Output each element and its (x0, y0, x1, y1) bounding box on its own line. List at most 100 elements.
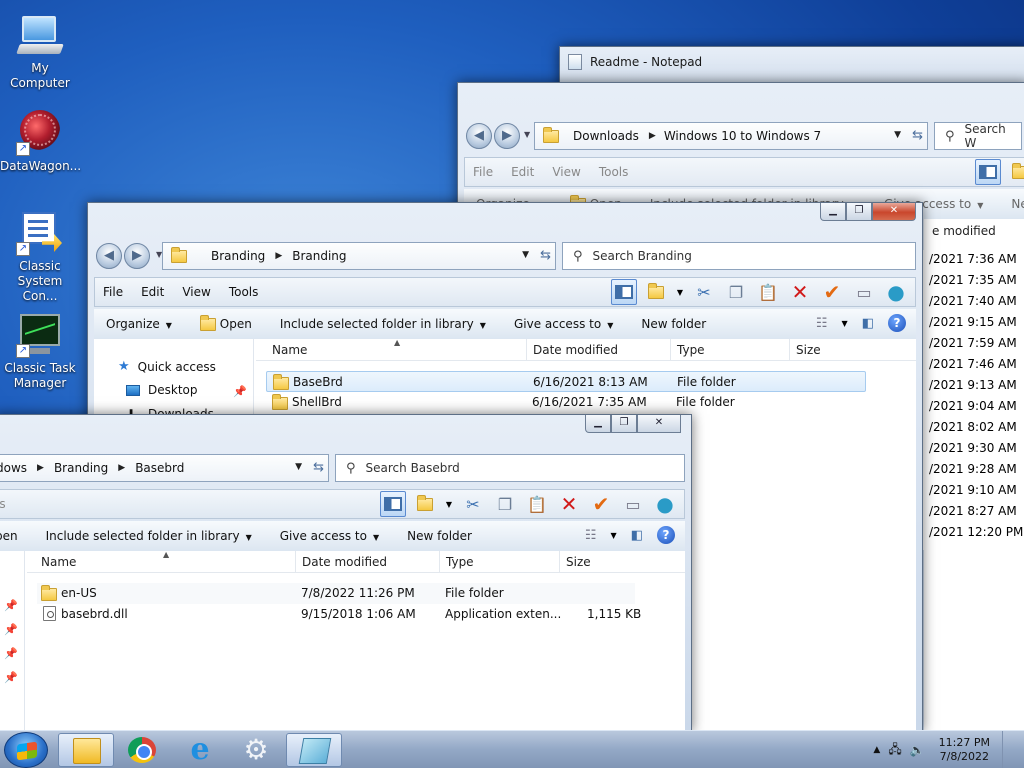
desktop-icon-my-computer[interactable]: My Computer (0, 10, 80, 91)
column-header-type[interactable]: Type (446, 555, 474, 569)
pin-icon[interactable]: 📌 (4, 599, 18, 612)
address-dropdown-icon[interactable]: ▼ (295, 462, 302, 472)
address-bar[interactable]: Branding ▶ Branding ▼ ⇆ (162, 242, 556, 270)
network-icon[interactable]: 🖧 (888, 740, 901, 761)
breadcrumb-item[interactable]: Branding (292, 249, 346, 263)
breadcrumb-item[interactable]: Branding (54, 461, 108, 475)
breadcrumb-chevron-icon[interactable]: ▶ (37, 463, 44, 473)
back-arrow-icon[interactable]: ◀ (96, 243, 122, 269)
breadcrumb-item[interactable]: dows (0, 461, 27, 475)
taskbar-settings[interactable]: ⚙ (228, 733, 284, 767)
properties-icon[interactable]: ▭ (620, 491, 646, 517)
taskbar-notepad[interactable] (286, 733, 342, 767)
view-options-icon[interactable]: ☷ (585, 528, 597, 543)
taskbar-file-explorer[interactable] (58, 733, 114, 767)
refresh-icon[interactable]: ⇆ (313, 460, 324, 475)
breadcrumb-item[interactable]: Branding (211, 249, 265, 263)
checkmark-icon[interactable]: ✔ (588, 491, 614, 517)
refresh-icon[interactable]: ⇆ (912, 128, 923, 143)
start-button[interactable] (4, 732, 48, 768)
taskbar-internet-explorer[interactable]: e (172, 733, 228, 767)
refresh-icon[interactable]: ⇆ (540, 248, 551, 263)
checkmark-icon[interactable]: ✔ (819, 279, 845, 305)
dropdown-arrow-icon[interactable]: ▼ (842, 319, 848, 328)
breadcrumb-item[interactable]: Basebrd (135, 461, 184, 475)
desktop-icon-classic-task-manager[interactable]: ↗ Classic Task Manager (0, 310, 80, 391)
clock[interactable]: 11:27 PM 7/8/2022 (939, 736, 990, 764)
menu-view[interactable]: View (552, 165, 580, 179)
help-icon[interactable]: ? (657, 526, 675, 544)
include-in-library-button[interactable]: Include selected folder in library ▼ (46, 529, 252, 543)
table-row[interactable]: ShellBrd 6/16/2021 7:35 AM File folder (266, 392, 866, 413)
dropdown-arrow-icon[interactable]: ▼ (444, 491, 454, 517)
shell-icon[interactable]: ● (883, 279, 909, 305)
show-desktop-button[interactable] (1002, 731, 1016, 768)
desktop-icon-datawagon[interactable]: ↗ DataWagon... (0, 108, 81, 174)
open-button[interactable]: Open (199, 315, 252, 331)
column-header-name[interactable]: Name (41, 555, 76, 569)
preview-pane-toggle-icon[interactable]: ◧ (631, 528, 643, 543)
close-icon[interactable]: ✕ (637, 415, 681, 433)
search-input[interactable]: ⚲ Search Basebrd (335, 454, 685, 482)
open-button[interactable]: pen (0, 529, 18, 543)
notepad-titlebar[interactable]: Readme - Notepad (560, 47, 1024, 77)
paste-icon[interactable]: 📋 (524, 491, 550, 517)
forward-arrow-icon[interactable]: ▶ (124, 243, 150, 269)
preview-pane-icon[interactable] (975, 159, 1001, 185)
close-icon[interactable]: ✕ (872, 203, 916, 221)
help-icon[interactable]: ? (888, 314, 906, 332)
volume-icon[interactable]: 🔈 (910, 743, 925, 757)
address-dropdown-icon[interactable]: ▼ (522, 250, 529, 260)
dropdown-arrow-icon[interactable]: ▼ (611, 531, 617, 540)
back-arrow-icon[interactable]: ◀ (466, 123, 492, 149)
minimize-icon[interactable]: ▁ (585, 415, 611, 433)
new-folder-button[interactable]: New folder (407, 529, 472, 543)
address-bar[interactable]: dows ▶ Branding ▶ Basebrd ▼ ⇆ (0, 454, 329, 482)
table-row[interactable]: BaseBrd 6/16/2021 8:13 AM File folder (266, 371, 866, 392)
breadcrumb-item[interactable]: Windows 10 to Windows 7 (664, 129, 821, 143)
folder-options-icon[interactable] (412, 491, 438, 517)
menu-tools[interactable]: Tools (229, 285, 259, 299)
show-hidden-icons-chevron-icon[interactable]: ▲ (873, 745, 880, 755)
column-header-size[interactable]: Size (566, 555, 591, 569)
column-header-name[interactable]: Name (272, 343, 307, 357)
table-row[interactable]: en-US 7/8/2022 11:26 PM File folder (37, 583, 635, 604)
menu-file[interactable]: File (103, 285, 123, 299)
folder-icon[interactable] (1007, 159, 1024, 185)
taskbar-chrome[interactable] (114, 733, 170, 767)
copy-icon[interactable]: ❐ (723, 279, 749, 305)
preview-pane-icon[interactable] (611, 279, 637, 305)
dropdown-arrow-icon[interactable]: ▼ (675, 279, 685, 305)
menu-edit[interactable]: Edit (511, 165, 534, 179)
shell-icon[interactable]: ● (652, 491, 678, 517)
delete-icon[interactable]: ✕ (787, 279, 813, 305)
table-row[interactable]: basebrd.dll 9/15/2018 1:06 AM Applicatio… (37, 604, 641, 625)
cut-icon[interactable]: ✂ (691, 279, 717, 305)
breadcrumb-chevron-icon[interactable]: ▶ (118, 463, 125, 473)
minimize-icon[interactable]: ▁ (820, 203, 846, 221)
column-header-date-modified[interactable]: Date modified (302, 555, 387, 569)
search-input[interactable]: ⚲ Search W (934, 122, 1022, 150)
include-in-library-button[interactable]: Include selected folder in library ▼ (280, 317, 486, 331)
new-folder-button[interactable]: New fold (1011, 197, 1024, 211)
organize-button[interactable]: Organize ▼ (106, 317, 172, 331)
preview-pane-icon[interactable] (380, 491, 406, 517)
nav-item-quick-access[interactable]: ★ Quick access (118, 359, 216, 374)
pin-icon[interactable]: 📌 (4, 623, 18, 636)
column-header-date-modified[interactable]: e modified (932, 224, 996, 238)
delete-icon[interactable]: ✕ (556, 491, 582, 517)
pin-icon[interactable]: 📌 (4, 671, 18, 684)
menu-edit[interactable]: Edit (141, 285, 164, 299)
give-access-button[interactable]: Give access to ▼ (514, 317, 613, 331)
menu-tools[interactable]: ls (0, 497, 6, 511)
give-access-button[interactable]: Give access to ▼ (280, 529, 379, 543)
breadcrumb-item[interactable]: Downloads (573, 129, 639, 143)
basebrd-explorer-window[interactable]: ▁ ❐ ✕ dows ▶ Branding ▶ Basebrd ▼ ⇆ ⚲ Se… (0, 414, 692, 732)
properties-icon[interactable]: ▭ (851, 279, 877, 305)
new-folder-button[interactable]: New folder (641, 317, 706, 331)
maximize-icon[interactable]: ❐ (611, 415, 637, 433)
pin-icon[interactable]: 📌 (233, 385, 247, 398)
preview-pane-toggle-icon[interactable]: ◧ (862, 316, 874, 331)
menu-view[interactable]: View (182, 285, 210, 299)
breadcrumb-chevron-icon[interactable]: ▶ (649, 131, 656, 141)
